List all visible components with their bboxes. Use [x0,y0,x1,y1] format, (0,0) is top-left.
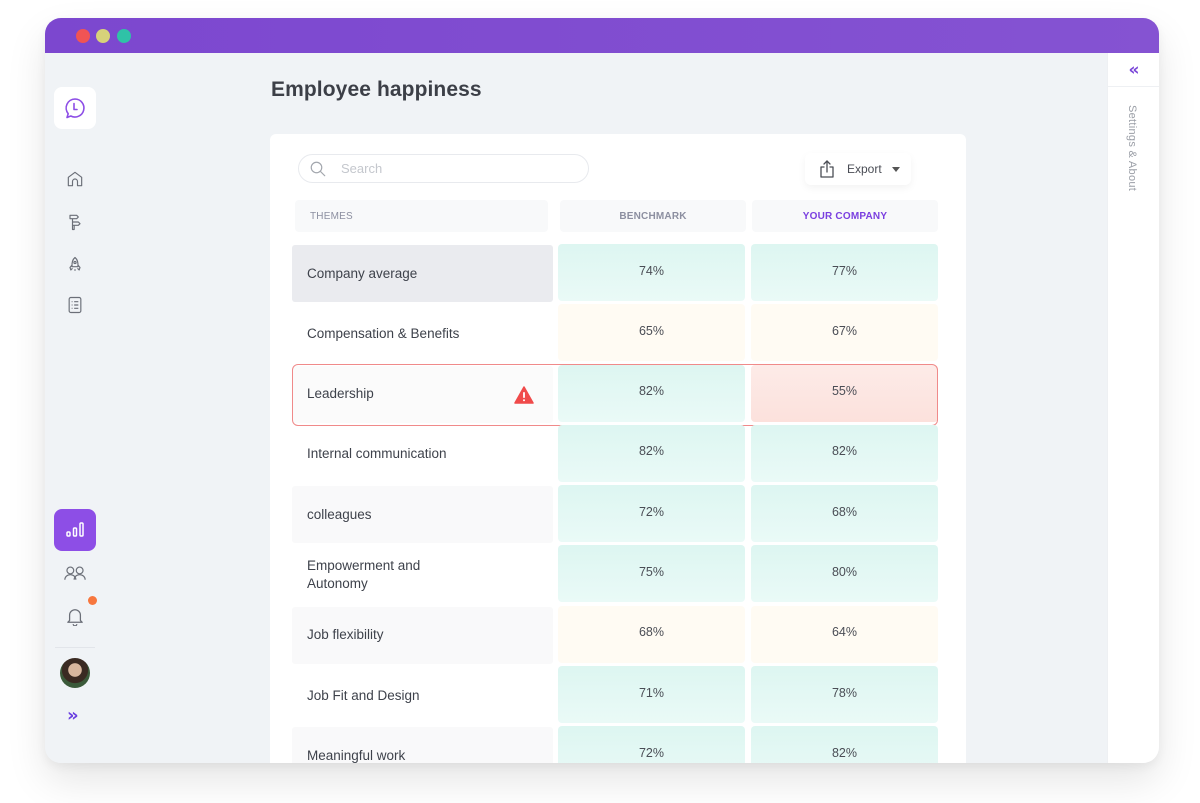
expand-settings-button[interactable]: « [1108,53,1159,87]
theme-name: Meaningful work [292,727,553,763]
rocket-icon [69,256,81,271]
settings-panel: « Settings & About [1107,53,1159,763]
theme-name: Internal communication [307,446,447,462]
benchmark-value: 68% [558,605,745,663]
sidebar-item-people[interactable] [63,561,87,585]
happiness-table-card: Export THEMES BENCHMARK YOUR COMPANY Com… [270,134,966,763]
theme-table-body: Company average 74% 77% Compensation & B… [292,243,942,763]
search-box[interactable] [298,154,589,183]
company-value: 55% [751,364,938,422]
warning-icon [514,385,534,404]
benchmark-value: 74% [558,244,745,301]
theme-name: Job Fit and Design [307,687,420,703]
bell-icon [67,609,83,626]
benchmark-value: 65% [558,304,745,362]
double-chevron-right-icon: » [67,705,79,726]
export-label: Export [847,162,882,176]
page-title: Employee happiness [271,78,482,101]
signpost-icon [69,214,81,231]
document-list-icon [68,296,82,314]
company-value: 77% [751,244,938,301]
column-header-benchmark[interactable]: BENCHMARK [560,200,746,232]
company-value: 64% [751,605,938,663]
title-bar [45,18,1159,53]
benchmark-value: 72% [558,485,745,543]
sidebar-item-report[interactable] [63,293,87,317]
sidebar-divider [55,647,95,648]
theme-name: Empowerment and Autonomy [307,557,421,591]
table-row[interactable]: Leadership 82% 55% [292,363,942,426]
sidebar-item-home[interactable] [63,167,87,191]
caret-down-icon [891,166,900,172]
table-row[interactable]: Company average 74% 77% [292,243,942,303]
company-value: 68% [751,485,938,543]
export-button[interactable]: Export [805,153,911,185]
sidebar: » [45,53,107,763]
column-header-themes[interactable]: THEMES [295,200,548,232]
company-value: 80% [751,545,938,603]
sidebar-item-notifications[interactable] [63,604,87,628]
sidebar-item-rocket[interactable] [63,253,87,277]
theme-name: Company average [292,245,553,302]
bar-chart-icon [66,522,84,537]
table-row[interactable]: Empowerment and Autonomy 75% 80% [292,544,942,604]
table-row[interactable]: Job flexibility 68% 64% [292,605,942,665]
table-row[interactable]: Meaningful work 72% 82% [292,725,942,763]
table-row[interactable]: colleagues 72% 68% [292,484,942,544]
benchmark-value: 82% [558,424,745,482]
users-icon [64,566,86,580]
app-window: » « Settings & About Employee happiness … [45,18,1159,763]
sidebar-item-analytics[interactable] [54,509,96,551]
chat-clock-logo-icon [65,98,85,119]
company-value: 82% [751,726,938,763]
theme-name: Job flexibility [292,606,553,664]
table-row[interactable]: Internal communication 82% 82% [292,424,942,484]
share-export-icon [820,160,834,178]
user-avatar[interactable] [60,658,90,688]
company-value: 82% [751,424,938,482]
column-header-your-company[interactable]: YOUR COMPANY [752,200,938,232]
double-chevron-left-icon: « [1128,59,1140,80]
search-icon [310,161,326,176]
theme-name: colleagues [292,486,553,544]
table-row[interactable]: Compensation & Benefits 65% 67% [292,303,942,363]
settings-about-tab[interactable]: Settings & About [1126,105,1138,191]
benchmark-value: 72% [558,726,745,763]
home-icon [67,171,83,187]
company-value: 67% [751,304,938,362]
maximize-window-button[interactable] [117,29,131,43]
expand-sidebar-button[interactable]: » [67,705,79,726]
app-logo[interactable] [54,87,96,129]
table-row[interactable]: Job Fit and Design 71% 78% [292,665,942,725]
sidebar-item-signpost[interactable] [63,210,87,234]
benchmark-value: 71% [558,666,745,724]
theme-name: Compensation & Benefits [307,325,460,341]
search-input[interactable] [341,161,561,176]
benchmark-value: 75% [558,545,745,603]
minimize-window-button[interactable] [96,29,110,43]
notification-badge [88,596,97,605]
company-value: 78% [751,666,938,724]
benchmark-value: 82% [558,364,745,422]
close-window-button[interactable] [76,29,90,43]
